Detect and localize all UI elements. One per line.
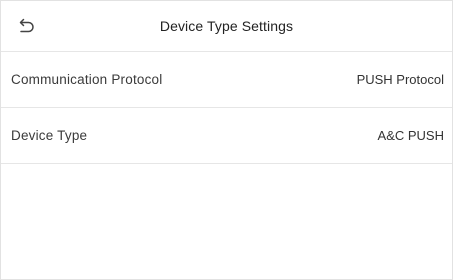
setting-label: Communication Protocol [11, 72, 163, 87]
back-arrow-icon [19, 18, 34, 33]
setting-row-device-type[interactable]: Device Type A&C PUSH [1, 108, 452, 164]
header-bar: Device Type Settings [1, 1, 452, 52]
setting-row-communication-protocol[interactable]: Communication Protocol PUSH Protocol [1, 52, 452, 108]
back-button[interactable] [15, 14, 37, 36]
page-title: Device Type Settings [159, 18, 294, 34]
setting-value: PUSH Protocol [356, 72, 444, 87]
device-type-settings-screen: Device Type Settings Communication Proto… [0, 0, 453, 280]
setting-value: A&C PUSH [377, 128, 444, 143]
setting-label: Device Type [11, 128, 88, 143]
empty-content-area [1, 164, 452, 279]
